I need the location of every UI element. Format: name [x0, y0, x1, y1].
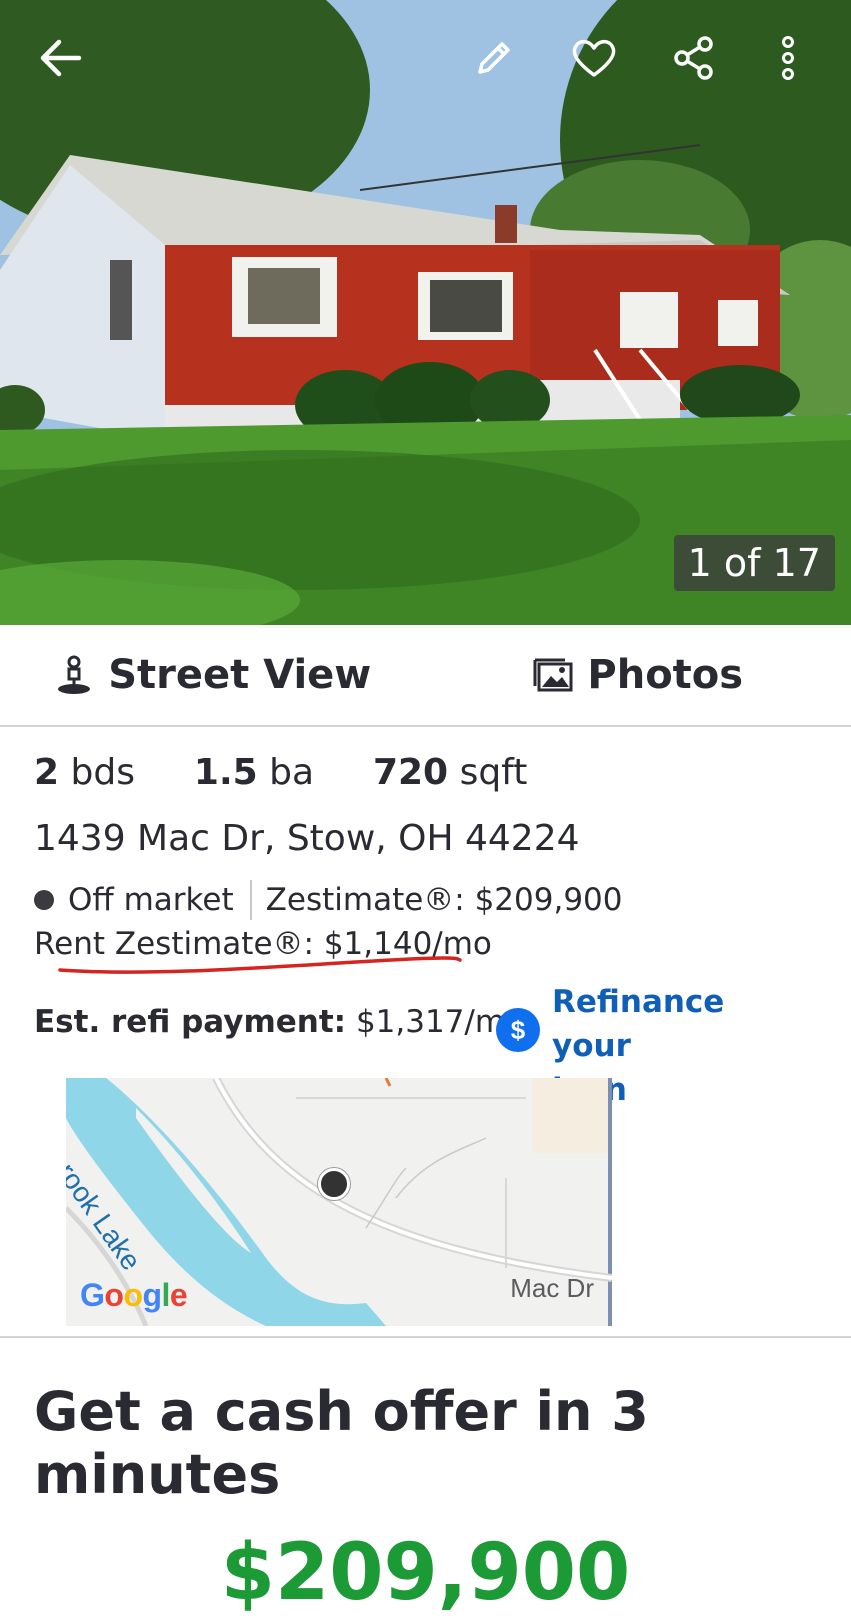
market-status: Off market — [68, 882, 234, 918]
share-icon[interactable] — [666, 30, 722, 86]
status-line: Off market Zestimate®: $209,900 — [34, 880, 623, 920]
refinance-link-line1: Refinance your — [552, 980, 796, 1068]
sqft-value: 720 — [373, 752, 448, 793]
media-tabs: Street View Photos — [0, 625, 851, 727]
listing-photo[interactable]: 1 of 17 — [0, 0, 851, 625]
back-arrow-icon[interactable] — [32, 30, 88, 86]
heart-icon[interactable] — [566, 30, 622, 86]
street-view-person-icon — [54, 655, 94, 695]
section-divider — [0, 1336, 851, 1338]
beds-unit: bds — [71, 752, 135, 793]
location-map[interactable]: wbrook Lake Mac Dr Google — [66, 1078, 612, 1326]
more-vertical-icon[interactable] — [760, 30, 816, 86]
refi-payment: Est. refi payment: $1,317/mo — [34, 1004, 524, 1040]
red-annotation-underline — [56, 950, 476, 980]
cash-offer-title: Get a cash offer in 3 minutes — [34, 1380, 851, 1506]
status-dot-icon — [34, 890, 54, 910]
home-facts: 2 bds 1.5 ba 720 sqft — [34, 752, 527, 793]
divider — [250, 880, 252, 920]
beds-value: 2 — [34, 752, 59, 793]
sqft-unit: sqft — [460, 752, 528, 793]
edit-pencil-icon[interactable] — [466, 30, 522, 86]
tab-street-view-label: Street View — [108, 652, 371, 698]
tab-photos[interactable]: Photos — [426, 625, 851, 725]
property-address: 1439 Mac Dr, Stow, OH 44224 — [34, 818, 580, 859]
google-logo: Google — [80, 1277, 187, 1314]
photos-image-icon — [533, 658, 573, 692]
photo-counter: 1 of 17 — [674, 535, 835, 591]
baths-unit: ba — [269, 752, 314, 793]
tab-photos-label: Photos — [587, 652, 743, 698]
cash-offer-price: $209,900 — [0, 1528, 851, 1618]
baths-value: 1.5 — [194, 752, 258, 793]
map-road-label: Mac Dr — [510, 1273, 594, 1304]
dollar-icon: $ — [496, 1008, 540, 1052]
map-location-pin — [318, 1168, 350, 1200]
zestimate-value: Zestimate®: $209,900 — [266, 882, 623, 918]
refi-payment-label: Est. refi payment: — [34, 1004, 346, 1040]
house-photo-illustration — [0, 0, 851, 625]
tab-street-view[interactable]: Street View — [0, 625, 426, 725]
